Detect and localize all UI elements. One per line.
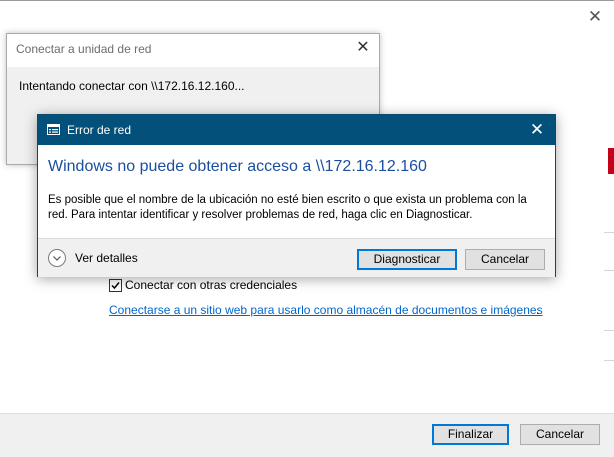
wizard-footer: Finalizar Cancelar	[0, 413, 614, 457]
connecting-dialog-title: Conectar a unidad de red	[16, 42, 152, 56]
error-description: Es posible que el nombre de la ubicación…	[48, 194, 527, 221]
divider	[604, 360, 614, 361]
error-dialog-title: Error de red	[67, 123, 132, 137]
error-close-icon[interactable]: ✕	[526, 119, 548, 141]
error-dialog-titlebar: Error de red ✕	[38, 115, 555, 145]
wizard-cancel-button[interactable]: Cancelar	[520, 424, 600, 445]
network-error-dialog: Error de red ✕ Windows no puede obtener …	[37, 114, 556, 277]
divider	[604, 232, 614, 233]
website-storage-link[interactable]: Conectarse a un sitio web para usarlo co…	[109, 303, 543, 317]
network-error-icon	[47, 124, 60, 135]
chevron-down-circle-icon[interactable]	[48, 249, 66, 267]
error-cancel-button[interactable]: Cancelar	[465, 249, 545, 270]
divider	[604, 270, 614, 271]
error-heading: Windows no puede obtener acceso a \\172.…	[48, 158, 427, 175]
wizard-close-icon[interactable]: ✕	[581, 6, 609, 28]
link-trailing-period: .	[536, 303, 540, 317]
connecting-close-icon[interactable]: ✕	[353, 38, 373, 58]
connecting-message: Intentando conectar con \\172.16.12.160.…	[19, 79, 245, 93]
background-window-accent	[608, 148, 614, 174]
diagnose-button[interactable]: Diagnosticar	[357, 249, 457, 270]
other-credentials-label: Conectar con otras credenciales	[125, 278, 298, 292]
view-details-label: Ver detalles	[75, 251, 138, 265]
finish-button[interactable]: Finalizar	[432, 424, 509, 445]
other-credentials-checkbox[interactable]	[109, 279, 122, 292]
chevron-down-icon	[53, 256, 61, 261]
checkmark-icon	[111, 282, 120, 290]
divider	[604, 330, 614, 331]
error-dialog-footer: Ver detalles Diagnosticar Cancelar	[38, 238, 555, 277]
window-top-border	[0, 0, 614, 1]
